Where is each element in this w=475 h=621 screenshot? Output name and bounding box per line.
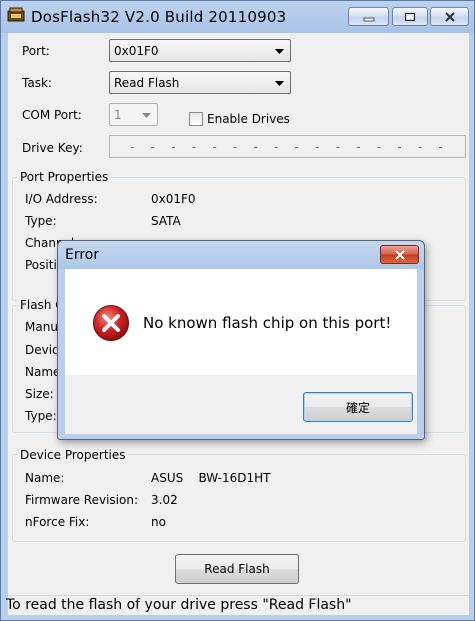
enable-drives-checkbox[interactable] bbox=[189, 112, 203, 126]
drive-key-char: - bbox=[150, 139, 156, 154]
port-type-label: Type: bbox=[25, 214, 57, 228]
io-address-label: I/O Address: bbox=[25, 192, 98, 206]
drive-key-char: - bbox=[376, 139, 382, 154]
dialog-message-area: No known flash chip on this port! bbox=[65, 269, 417, 375]
device-name-value: ASUS BW-16D1HT bbox=[151, 471, 271, 485]
chip-type-label: Type: bbox=[25, 409, 57, 423]
io-address-value: 0x01F0 bbox=[151, 192, 196, 206]
port-value: 0x01F0 bbox=[114, 44, 159, 58]
window-title: DosFlash32 V2.0 Build 20110903 bbox=[31, 8, 287, 26]
port-combo[interactable]: 0x01F0 bbox=[109, 39, 291, 62]
dialog-message: No known flash chip on this port! bbox=[143, 314, 392, 332]
size-label: Size: bbox=[25, 387, 54, 401]
drive-key-char: - bbox=[232, 139, 238, 154]
status-bar: To read the flash of your drive press "R… bbox=[6, 595, 469, 615]
drive-key-char: - bbox=[212, 139, 217, 154]
enable-drives-label[interactable]: Enable Drives bbox=[207, 112, 290, 126]
drive-key-char: - bbox=[274, 139, 279, 154]
firmware-revision-value: 3.02 bbox=[151, 493, 178, 507]
maximize-button[interactable] bbox=[392, 7, 428, 26]
title-bar[interactable]: DosFlash32 V2.0 Build 20110903 bbox=[1, 1, 474, 33]
drive-key-input[interactable]: - - - - - - - - - - - - - - - - bbox=[109, 135, 466, 158]
drive-key-char: - bbox=[253, 139, 258, 154]
read-flash-label: Read Flash bbox=[204, 562, 270, 576]
com-port-combo[interactable]: 1 bbox=[109, 103, 158, 126]
nforce-fix-label: nForce Fix: bbox=[25, 515, 90, 529]
device-properties-title: Device Properties bbox=[18, 448, 128, 462]
app-icon bbox=[7, 7, 25, 22]
drive-key-char: - bbox=[438, 139, 443, 154]
drive-key-char: - bbox=[335, 139, 341, 154]
firmware-revision-label: Firmware Revision: bbox=[25, 493, 139, 507]
task-value: Read Flash bbox=[114, 76, 180, 90]
close-icon bbox=[444, 11, 455, 22]
drive-key-char: - bbox=[417, 139, 423, 154]
port-label: Port: bbox=[22, 44, 50, 58]
chevron-down-icon bbox=[275, 81, 284, 86]
drive-key-char: - bbox=[191, 139, 197, 154]
task-combo[interactable]: Read Flash bbox=[109, 71, 291, 94]
task-label: Task: bbox=[22, 76, 52, 90]
chevron-down-icon bbox=[142, 113, 151, 118]
com-port-value: 1 bbox=[114, 108, 122, 122]
drive-key-char: - bbox=[171, 139, 176, 154]
status-text: To read the flash of your drive press "R… bbox=[6, 597, 352, 613]
chevron-down-icon bbox=[275, 49, 284, 54]
nforce-fix-value: no bbox=[151, 515, 166, 529]
device-name-label: Name: bbox=[25, 471, 65, 485]
error-dialog: Error No known flash chip on this port! … bbox=[57, 240, 425, 440]
drive-key-char: - bbox=[130, 139, 135, 154]
dialog-close-button[interactable] bbox=[380, 245, 419, 264]
port-type-value: SATA bbox=[151, 214, 181, 228]
minimize-button[interactable] bbox=[348, 7, 389, 26]
dialog-ok-label: 確定 bbox=[345, 400, 370, 415]
maximize-icon bbox=[404, 12, 416, 21]
drive-key-char: - bbox=[294, 139, 299, 154]
port-properties-title: Port Properties bbox=[18, 170, 111, 184]
dialog-ok-button[interactable]: 確定 bbox=[303, 392, 413, 422]
drive-key-char: - bbox=[356, 139, 361, 154]
drive-key-char: - bbox=[315, 139, 320, 154]
window-close-button[interactable] bbox=[430, 7, 469, 26]
error-x-icon bbox=[93, 305, 129, 341]
read-flash-button[interactable]: Read Flash bbox=[175, 554, 299, 584]
dialog-title: Error bbox=[65, 247, 100, 263]
chip-name-label: Name bbox=[25, 365, 61, 379]
close-icon bbox=[394, 249, 405, 260]
minimize-icon bbox=[363, 17, 374, 21]
drive-key-char: - bbox=[397, 139, 402, 154]
com-port-label: COM Port: bbox=[22, 108, 82, 122]
drive-key-label: Drive Key: bbox=[22, 141, 83, 155]
dialog-client: No known flash chip on this port! 確定 bbox=[65, 269, 417, 434]
